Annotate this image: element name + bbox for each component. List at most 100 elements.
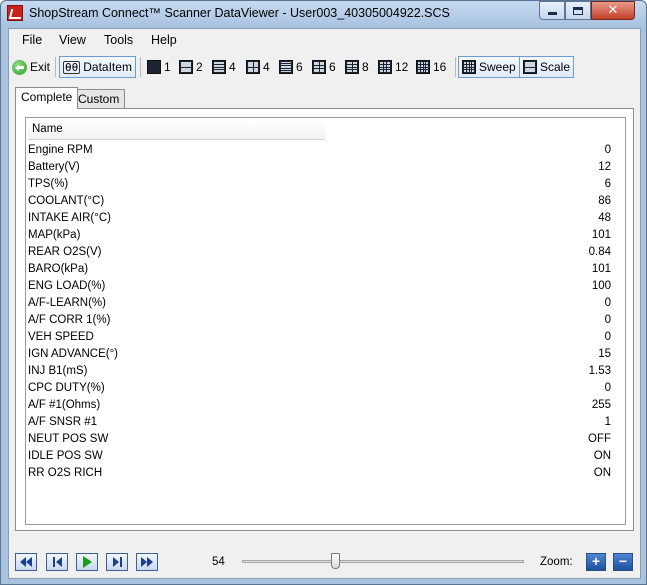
table-row[interactable]: TPS(%) 6 bbox=[26, 176, 625, 193]
layout-2-icon bbox=[179, 60, 193, 74]
app-window: ShopStream Connect™ Scanner DataViewer -… bbox=[0, 0, 647, 585]
skip-forward-icon bbox=[141, 557, 153, 567]
layout-16-button[interactable]: 16 bbox=[414, 56, 448, 78]
zoom-out-button[interactable]: − bbox=[613, 553, 633, 571]
layout-2-button[interactable]: 2 bbox=[177, 56, 205, 78]
toolbar: Exit θθ DataItem 1 2 4 4 6 6 8 12 16 Swe… bbox=[9, 53, 640, 81]
row-value: 12 bbox=[598, 161, 611, 173]
row-name: RR O2S RICH bbox=[28, 467, 103, 479]
layout-6-grid-icon bbox=[312, 60, 326, 74]
client-area: File View Tools Help Exit θθ DataItem 1 bbox=[8, 28, 641, 579]
row-value: 15 bbox=[598, 348, 611, 360]
table-row[interactable]: CPC DUTY(%) 0 bbox=[26, 380, 625, 397]
table-row[interactable]: INJ B1(mS) 1.53 bbox=[26, 363, 625, 380]
row-value: 48 bbox=[598, 212, 611, 224]
row-value: 255 bbox=[591, 399, 611, 411]
row-name: TPS(%) bbox=[28, 178, 69, 190]
layout-6-rows-button[interactable]: 6 bbox=[277, 56, 305, 78]
table-row[interactable]: INTAKE AIR(°C) 48 bbox=[26, 210, 625, 227]
exit-label: Exit bbox=[30, 60, 51, 74]
sweep-button[interactable]: Sweep bbox=[458, 56, 520, 78]
snapon-logo-icon bbox=[7, 5, 23, 21]
menu-view[interactable]: View bbox=[59, 33, 86, 47]
row-value: 0 bbox=[604, 382, 611, 394]
toolbar-separator bbox=[455, 57, 456, 77]
row-name: IGN ADVANCE(°) bbox=[28, 348, 119, 360]
layout-1-label: 1 bbox=[164, 60, 171, 74]
first-frame-button[interactable] bbox=[15, 553, 37, 571]
layout-6-rows-label: 6 bbox=[296, 60, 303, 74]
toolbar-separator bbox=[55, 57, 56, 77]
table-row[interactable]: MAP(kPa) 101 bbox=[26, 227, 625, 244]
sweep-icon bbox=[462, 60, 476, 74]
exit-arrow-icon bbox=[12, 59, 27, 75]
menu-bar: File View Tools Help bbox=[9, 29, 640, 51]
layout-8-button[interactable]: 8 bbox=[343, 56, 371, 78]
playback-slider-thumb[interactable] bbox=[331, 553, 341, 569]
table-row[interactable]: BARO(kPa) 101 bbox=[26, 261, 625, 278]
scale-button[interactable]: Scale bbox=[519, 56, 575, 78]
last-frame-button[interactable] bbox=[136, 553, 158, 571]
table-row[interactable]: A/F #1(Ohms) 255 bbox=[26, 397, 625, 414]
row-name: INJ B1(mS) bbox=[28, 365, 88, 377]
scale-icon bbox=[523, 60, 537, 74]
row-name: Battery(V) bbox=[28, 161, 80, 173]
dataitem-icon: θθ bbox=[63, 60, 81, 74]
play-button[interactable] bbox=[76, 553, 98, 571]
table-row[interactable]: ENG LOAD(%) 100 bbox=[26, 278, 625, 295]
layout-4-grid-button[interactable]: 4 bbox=[244, 56, 272, 78]
row-value: 0.84 bbox=[588, 246, 611, 258]
table-row[interactable]: A/F-LEARN(%) 0 bbox=[26, 295, 625, 312]
row-value: 0 bbox=[604, 331, 611, 343]
layout-6-grid-button[interactable]: 6 bbox=[310, 56, 338, 78]
table-row[interactable]: NEUT POS SW OFF bbox=[26, 431, 625, 448]
close-button[interactable]: ✕ bbox=[591, 1, 635, 20]
row-name: VEH SPEED bbox=[28, 331, 94, 343]
layout-4-rows-button[interactable]: 4 bbox=[210, 56, 238, 78]
row-value: 1 bbox=[604, 416, 611, 428]
row-name: IDLE POS SW bbox=[28, 450, 103, 462]
table-row[interactable]: COOLANT(°C) 86 bbox=[26, 193, 625, 210]
table-row[interactable]: IGN ADVANCE(°) 15 bbox=[26, 346, 625, 363]
layout-8-label: 8 bbox=[362, 60, 369, 74]
table-row[interactable]: Engine RPM 0 bbox=[26, 142, 625, 159]
exit-button[interactable]: Exit bbox=[10, 56, 52, 78]
step-forward-icon bbox=[112, 557, 122, 567]
frame-position: 54 bbox=[212, 556, 225, 568]
menu-file[interactable]: File bbox=[22, 33, 42, 47]
table-row[interactable]: A/F CORR 1(%) 0 bbox=[26, 312, 625, 329]
layout-6-rows-icon bbox=[279, 60, 293, 74]
layout-1-button[interactable]: 1 bbox=[145, 56, 173, 78]
dataitem-button[interactable]: θθ DataItem bbox=[59, 56, 136, 78]
menu-help[interactable]: Help bbox=[151, 33, 177, 47]
row-name: A/F-LEARN(%) bbox=[28, 297, 106, 309]
tab-complete[interactable]: Complete bbox=[15, 87, 79, 109]
table-row[interactable]: A/F SNSR #1 1 bbox=[26, 414, 625, 431]
table-row[interactable]: REAR O2S(V) 0.84 bbox=[26, 244, 625, 261]
playback-slider-track[interactable] bbox=[242, 560, 524, 563]
row-value: 0 bbox=[604, 297, 611, 309]
data-list[interactable]: Name Engine RPM 0 Battery(V) 12 TPS(%) 6 COOLA… bbox=[25, 117, 626, 525]
table-row[interactable]: IDLE POS SW ON bbox=[26, 448, 625, 465]
sweep-label: Sweep bbox=[479, 60, 516, 74]
row-name: MAP(kPa) bbox=[28, 229, 81, 241]
row-name: A/F CORR 1(%) bbox=[28, 314, 111, 326]
maximize-button[interactable] bbox=[565, 1, 591, 20]
title-bar[interactable]: ShopStream Connect™ Scanner DataViewer -… bbox=[1, 1, 646, 27]
menu-tools[interactable]: Tools bbox=[104, 33, 133, 47]
step-forward-button[interactable] bbox=[106, 553, 128, 571]
tab-custom[interactable]: Custom bbox=[72, 89, 126, 108]
row-name: COOLANT(°C) bbox=[28, 195, 105, 207]
table-row[interactable]: VEH SPEED 0 bbox=[26, 329, 625, 346]
layout-2-label: 2 bbox=[196, 60, 203, 74]
minimize-button[interactable] bbox=[539, 1, 565, 20]
zoom-in-button[interactable]: + bbox=[586, 553, 606, 571]
column-header-name[interactable]: Name bbox=[28, 120, 325, 140]
table-row[interactable]: Battery(V) 12 bbox=[26, 159, 625, 176]
step-back-button[interactable] bbox=[46, 553, 68, 571]
tab-panel: Name Engine RPM 0 Battery(V) 12 TPS(%) 6 COOLA… bbox=[15, 108, 634, 531]
table-row[interactable]: RR O2S RICH ON bbox=[26, 465, 625, 482]
layout-12-button[interactable]: 12 bbox=[376, 56, 410, 78]
row-value: ON bbox=[593, 450, 611, 462]
layout-16-label: 16 bbox=[433, 60, 447, 74]
